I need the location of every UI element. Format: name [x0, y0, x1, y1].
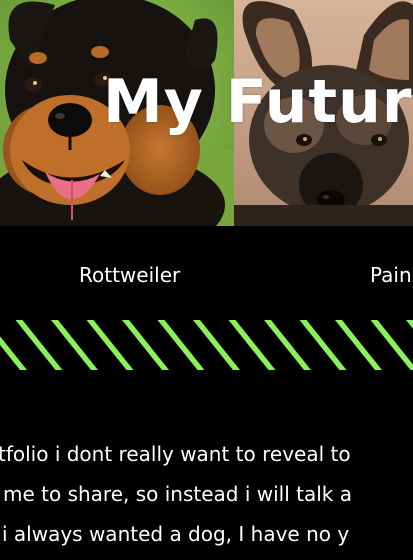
divider-stripe	[228, 320, 276, 370]
caption-rottweiler: Rottweiler	[79, 263, 181, 287]
divider-stripe	[264, 320, 311, 370]
divider-stripe	[86, 320, 134, 370]
hero-banner: My Future	[0, 0, 413, 226]
divider-stripe	[122, 320, 169, 370]
divider-stripe	[51, 320, 98, 370]
caption-painted-dog: Pain	[370, 263, 412, 287]
striped-divider	[0, 320, 413, 370]
paragraph-line: i always wanted a dog, I have no y	[2, 522, 350, 546]
divider-stripe	[335, 320, 382, 370]
divider-stripe	[299, 320, 347, 370]
page-title: My Future	[103, 67, 413, 137]
divider-stripe	[193, 320, 240, 370]
paragraph-line: me to share, so instead i will talk a	[3, 482, 353, 506]
intro-paragraph: tfolio i dont really want to reveal to m…	[0, 434, 413, 554]
paragraph-line: tfolio i dont really want to reveal to	[0, 442, 351, 466]
divider-stripe	[370, 320, 413, 370]
page: My Future Rottweiler Pain tfolio i dont …	[0, 0, 413, 560]
divider-stripe	[157, 320, 205, 370]
divider-stripe	[15, 320, 63, 370]
